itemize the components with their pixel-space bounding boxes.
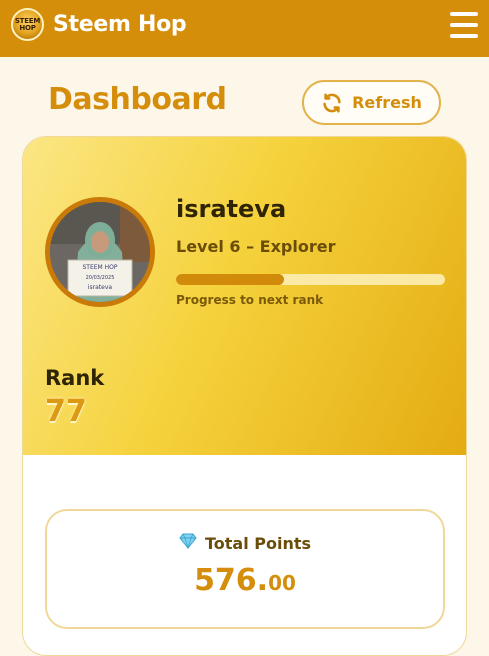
rank-progress-fill	[176, 274, 284, 285]
avatar[interactable]: STEEM HOP 20/03/2025 israteva	[50, 202, 150, 302]
username: israteva	[176, 195, 287, 223]
app-title[interactable]: Steem Hop	[53, 12, 187, 37]
points-integer: 576.	[194, 563, 269, 598]
total-points-value: 576.00	[47, 563, 443, 598]
level-badge: Level 6 – Explorer	[176, 237, 336, 256]
refresh-icon	[321, 92, 343, 114]
hamburger-menu-icon[interactable]	[450, 12, 478, 38]
profile-hero: STEEM HOP 20/03/2025 israteva israteva L…	[23, 137, 466, 455]
logo-text: STEEM HOP	[14, 16, 41, 32]
rank-progress-bar	[176, 274, 445, 285]
steem-hop-logo[interactable]: STEEM HOP	[11, 8, 44, 41]
avatar-sign-line: 20/03/2025	[86, 275, 115, 281]
menu-line	[450, 12, 478, 16]
diamond-icon	[179, 533, 197, 553]
avatar-ring: STEEM HOP 20/03/2025 israteva	[45, 197, 155, 307]
rank-label: Rank	[45, 366, 105, 390]
avatar-photo: STEEM HOP 20/03/2025 israteva	[50, 202, 150, 302]
refresh-label: Refresh	[352, 93, 422, 112]
top-bar: STEEM HOP Steem Hop	[0, 0, 489, 57]
rank-value: 77	[45, 394, 87, 429]
menu-line	[450, 23, 478, 27]
points-decimals: 00	[268, 571, 296, 595]
points-header: Total Points	[47, 533, 443, 553]
menu-line	[450, 34, 478, 38]
page-title: Dashboard	[48, 82, 227, 117]
refresh-button[interactable]: Refresh	[302, 80, 441, 125]
avatar-sign-line: israteva	[88, 284, 113, 291]
avatar-sign-line: STEEM HOP	[83, 264, 118, 271]
profile-card: STEEM HOP 20/03/2025 israteva israteva L…	[22, 136, 467, 656]
progress-caption: Progress to next rank	[176, 293, 324, 307]
total-points-card: Total Points 576.00	[45, 509, 445, 629]
total-points-label: Total Points	[204, 533, 312, 553]
